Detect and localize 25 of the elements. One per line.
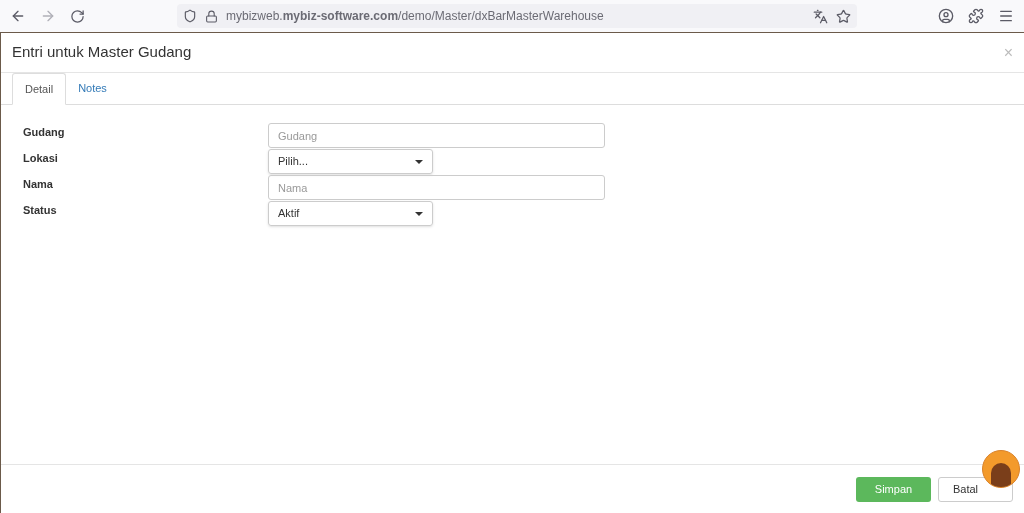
bookmark-star-icon[interactable] xyxy=(836,8,851,24)
back-icon[interactable] xyxy=(10,8,26,24)
reload-icon[interactable] xyxy=(70,8,85,24)
extensions-icon[interactable] xyxy=(968,8,984,24)
account-icon[interactable] xyxy=(938,8,954,24)
lock-icon xyxy=(205,9,218,23)
caret-icon xyxy=(415,159,423,164)
dialog-title: Entri untuk Master Gudang xyxy=(12,42,192,63)
shield-icon xyxy=(183,9,197,23)
caret-icon xyxy=(415,211,423,216)
text-field[interactable]: Gudang xyxy=(268,123,605,148)
url-text: mybizweb.mybiz-software.com/demo/Master/dxBarMasterWarehouse xyxy=(226,8,604,25)
chat-avatar[interactable] xyxy=(982,450,1020,488)
field-label: Gudang xyxy=(23,125,66,140)
text-field[interactable]: Nama xyxy=(268,175,605,200)
field-label: Nama xyxy=(23,177,54,192)
translate-icon[interactable] xyxy=(813,8,828,24)
select-field[interactable]: Pilih... xyxy=(268,149,433,174)
tab[interactable]: Notes xyxy=(66,72,119,104)
menu-icon[interactable] xyxy=(998,8,1014,24)
tab[interactable]: Detail xyxy=(12,73,67,105)
address-bar[interactable]: mybizweb.mybiz-software.com/demo/Master/dxBarMasterWarehouse xyxy=(177,4,857,28)
field-label: Status xyxy=(23,203,58,218)
field-label: Lokasi xyxy=(23,151,59,166)
select-field[interactable]: Aktif xyxy=(268,201,433,226)
